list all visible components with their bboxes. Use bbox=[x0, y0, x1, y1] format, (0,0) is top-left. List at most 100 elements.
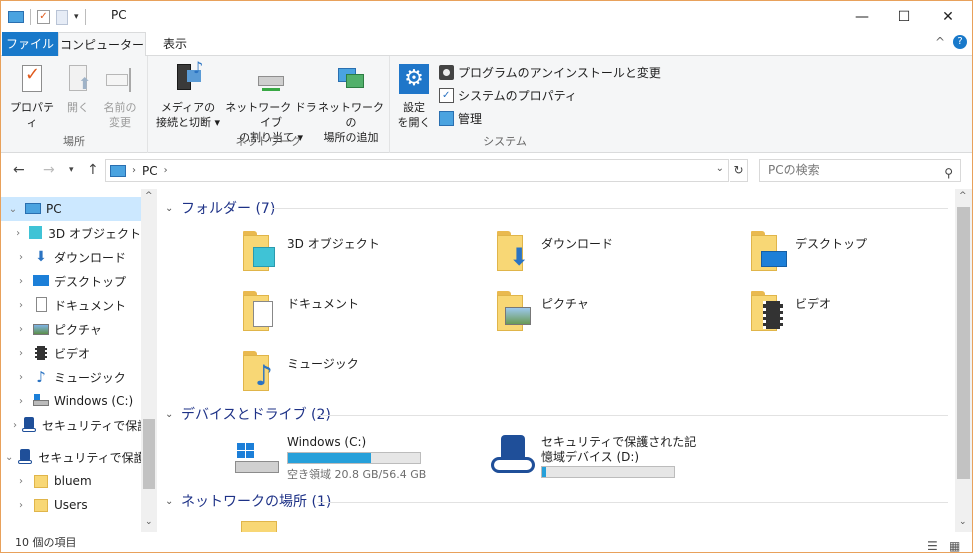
settings-label-1: 設定 bbox=[403, 101, 425, 114]
nav-item-videos[interactable]: › ビデオ bbox=[1, 341, 141, 365]
open-button[interactable]: ⬆ 開く bbox=[59, 62, 97, 115]
nav-item-desktop[interactable]: › デスクトップ bbox=[1, 269, 141, 293]
nav-item-users[interactable]: › Users bbox=[1, 493, 141, 517]
expand-chevron-icon[interactable]: › bbox=[13, 420, 17, 431]
expand-chevron-icon[interactable]: › bbox=[13, 348, 29, 359]
rename-button[interactable]: 名前の 変更 bbox=[99, 62, 141, 130]
expand-chevron-icon[interactable]: › bbox=[13, 372, 29, 383]
open-settings-button[interactable]: ⚙ 設定 を開く bbox=[396, 62, 432, 130]
uninstall-programs-button[interactable]: プログラムのアンインストールと変更 bbox=[439, 64, 661, 81]
nav-label: ダウンロード bbox=[54, 250, 127, 265]
forward-arrow-icon[interactable]: → bbox=[43, 162, 55, 178]
help-icon[interactable]: ? bbox=[953, 35, 967, 49]
documents-folder-icon bbox=[241, 289, 281, 333]
back-arrow-icon[interactable]: ← bbox=[13, 162, 25, 178]
breadcrumb-separator-icon[interactable]: › bbox=[132, 165, 136, 176]
content-scrollbar[interactable]: ^ ⌄ bbox=[955, 189, 972, 532]
search-input[interactable]: PCの検索 ⚲ bbox=[759, 159, 961, 182]
nav-label: Windows (C:) bbox=[54, 394, 134, 408]
drive-name-line2: 憶域デバイス (D:) bbox=[541, 450, 640, 464]
pc-icon bbox=[25, 201, 41, 217]
system-properties-label: システムのプロパティ bbox=[458, 89, 577, 103]
breadcrumb-pc[interactable]: PC bbox=[142, 164, 158, 178]
nav-item-documents[interactable]: › ドキュメント bbox=[1, 293, 141, 317]
nav-label: セキュリティで保護 bbox=[42, 418, 141, 433]
nav-item-bluem[interactable]: › bluem bbox=[1, 469, 141, 493]
media-connect-button[interactable]: ♪ メディアの 接続と切断 ▾ bbox=[154, 60, 222, 130]
new-folder-icon[interactable] bbox=[56, 9, 68, 25]
collapse-ribbon-icon[interactable]: ^ bbox=[935, 35, 945, 49]
scroll-down-icon[interactable]: ⌄ bbox=[145, 517, 153, 527]
minimize-button[interactable]: — bbox=[839, 1, 885, 32]
expand-chevron-icon[interactable]: › bbox=[13, 300, 29, 311]
properties-check-icon[interactable]: ✓ bbox=[37, 10, 50, 24]
drive-windows-c[interactable]: Windows (C:) 空き領域 20.8 GB/56.4 GB bbox=[235, 435, 435, 485]
nav-item-music[interactable]: › ♪ ミュージック bbox=[1, 365, 141, 389]
folder-documents[interactable]: ドキュメント bbox=[241, 289, 491, 343]
recent-dropdown-icon[interactable]: ▾ bbox=[69, 165, 74, 175]
folder-videos[interactable]: ビデオ bbox=[749, 289, 955, 343]
section-collapse-icon[interactable]: ⌄ bbox=[165, 203, 181, 214]
maximize-button[interactable]: ☐ bbox=[881, 1, 927, 32]
drive-usage-bar bbox=[541, 466, 675, 478]
scroll-up-icon[interactable]: ^ bbox=[145, 191, 153, 201]
folders-section-header[interactable]: ⌄ フォルダー (7) bbox=[165, 198, 275, 218]
nav-item-secure-storage-child[interactable]: › セキュリティで保護 bbox=[1, 413, 141, 437]
devices-header-label: デバイスとドライブ (2) bbox=[181, 407, 331, 423]
details-view-icon[interactable]: ☰ bbox=[927, 536, 938, 552]
breadcrumb-separator-icon[interactable]: › bbox=[164, 165, 168, 176]
nav-item-3d-objects[interactable]: › 3D オブジェクト bbox=[1, 221, 141, 245]
large-icons-view-icon[interactable]: ▦ bbox=[949, 536, 960, 552]
folder-downloads[interactable]: ⬇ ダウンロード bbox=[495, 229, 745, 283]
nav-item-pictures[interactable]: › ピクチャ bbox=[1, 317, 141, 341]
nav-scrollbar[interactable]: ^ ⌄ bbox=[141, 189, 157, 532]
address-bar[interactable]: › PC › ⌄ bbox=[105, 159, 729, 182]
drive-secure-storage-d[interactable]: セキュリティで保護された記 憶域デバイス (D:) bbox=[489, 435, 729, 485]
tab-view[interactable]: 表示 bbox=[151, 32, 199, 56]
nav-label: ミュージック bbox=[54, 370, 126, 385]
nav-item-secure-storage[interactable]: ⌄ セキュリティで保護さ bbox=[1, 445, 141, 469]
expand-chevron-icon[interactable]: › bbox=[13, 396, 29, 407]
up-arrow-icon[interactable]: ↑ bbox=[87, 162, 99, 178]
close-button[interactable]: ✕ bbox=[925, 1, 971, 32]
toolbar-separator bbox=[84, 9, 86, 25]
address-dropdown-icon[interactable]: ⌄ bbox=[716, 163, 724, 174]
properties-button[interactable]: ✓ プロパティ bbox=[7, 62, 57, 130]
tab-computer[interactable]: コンピューター bbox=[58, 32, 146, 57]
scroll-down-icon[interactable]: ⌄ bbox=[959, 517, 967, 527]
qat-dropdown-icon[interactable]: ▾ bbox=[74, 12, 79, 22]
expand-chevron-icon[interactable]: › bbox=[13, 276, 29, 287]
folder-desktop[interactable]: デスクトップ bbox=[749, 229, 955, 283]
expand-chevron-icon[interactable]: › bbox=[13, 324, 29, 335]
desktop-icon bbox=[33, 273, 49, 289]
collapse-chevron-icon[interactable]: ⌄ bbox=[5, 204, 21, 215]
nav-item-windows-c[interactable]: › Windows (C:) bbox=[1, 389, 141, 413]
manage-button[interactable]: 管理 bbox=[439, 110, 482, 127]
expand-chevron-icon[interactable]: › bbox=[13, 476, 29, 487]
3d-cube-icon bbox=[27, 225, 43, 241]
scroll-up-icon[interactable]: ^ bbox=[959, 191, 967, 201]
refresh-button[interactable]: ↻ bbox=[730, 159, 748, 182]
section-collapse-icon[interactable]: ⌄ bbox=[165, 409, 181, 420]
explorer-window: ✓ ▾ PC — ☐ ✕ ファイル コンピューター 表示 ^ ? ✓ プロパティ bbox=[0, 0, 973, 553]
expand-chevron-icon[interactable]: › bbox=[13, 228, 23, 239]
content-scroll-thumb[interactable] bbox=[957, 207, 970, 479]
expand-chevron-icon[interactable]: › bbox=[13, 500, 29, 511]
tab-file[interactable]: ファイル bbox=[2, 32, 58, 56]
section-collapse-icon[interactable]: ⌄ bbox=[165, 496, 181, 507]
devices-section-header[interactable]: ⌄ デバイスとドライブ (2) bbox=[165, 404, 331, 424]
pc-icon[interactable] bbox=[8, 11, 24, 23]
nav-item-pc[interactable]: ⌄ PC bbox=[1, 197, 141, 221]
folder-3d-objects[interactable]: 3D オブジェクト bbox=[241, 229, 491, 283]
nav-item-downloads[interactable]: › ⬇ ダウンロード bbox=[1, 245, 141, 269]
folder-pictures[interactable]: ピクチャ bbox=[495, 289, 745, 343]
nav-scroll-thumb[interactable] bbox=[143, 419, 155, 489]
system-properties-button[interactable]: ✓ システムのプロパティ bbox=[439, 87, 577, 104]
network-section-header[interactable]: ⌄ ネットワークの場所 (1) bbox=[165, 491, 331, 511]
expand-chevron-icon[interactable]: › bbox=[13, 252, 29, 263]
folder-name: 3D オブジェクト bbox=[287, 237, 380, 251]
folder-music[interactable]: ♪ ミュージック bbox=[241, 349, 491, 403]
network-location-item-icon[interactable] bbox=[241, 521, 277, 532]
drive-name: Windows (C:) bbox=[287, 435, 367, 449]
collapse-chevron-icon[interactable]: ⌄ bbox=[5, 452, 13, 463]
